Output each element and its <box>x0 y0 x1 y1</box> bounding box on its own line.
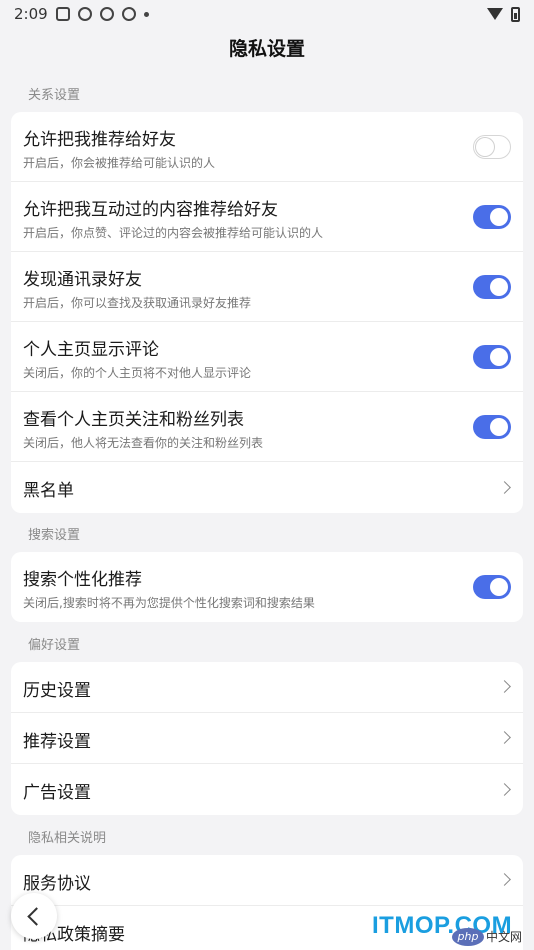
chevron-right-icon <box>498 782 511 796</box>
status-bar: 2:09 <box>0 0 534 28</box>
setting-title: 广告设置 <box>23 783 91 803</box>
setting-title: 历史设置 <box>23 681 91 701</box>
app-notification-icon-2 <box>99 7 114 21</box>
toggle-knob <box>490 418 508 436</box>
setting-title: 允许把我推荐给好友 <box>23 130 176 150</box>
back-arrow-icon <box>27 907 46 926</box>
toggle-knob <box>476 138 494 156</box>
recommend-settings-item[interactable]: 推荐设置 <box>11 713 523 764</box>
status-left: 2:09 <box>14 5 149 23</box>
setting-search-personalized: 搜索个性化推荐 关闭后,搜索时将不再为您提供个性化搜索词和搜索结果 <box>11 552 523 622</box>
chevron-right-icon <box>498 873 511 886</box>
battery-icon <box>511 6 520 22</box>
setting-subtitle: 关闭后，你的个人主页将不对他人显示评论 <box>23 366 252 380</box>
setting-subtitle: 开启后，你可以查找及获取通讯录好友推荐 <box>23 296 252 310</box>
chevron-right-icon <box>498 680 511 693</box>
card-relations: 允许把我推荐给好友 开启后，你会被推荐给可能认识的人 允许把我互动过的内容推荐给… <box>11 112 523 513</box>
toggle-knob <box>490 578 508 596</box>
setting-title: 推荐设置 <box>23 732 91 752</box>
page-title: 隐私设置 <box>228 38 305 60</box>
back-button[interactable] <box>11 893 57 939</box>
setting-title: 个人主页显示评论 <box>23 340 159 360</box>
status-right <box>487 6 520 22</box>
setting-title: 允许把我互动过的内容推荐给好友 <box>23 200 278 220</box>
chevron-right-icon <box>498 480 511 494</box>
section-label-relations: 关系设置 <box>28 88 81 103</box>
blacklist-item[interactable]: 黑名单 <box>11 462 523 513</box>
recommend-me-toggle[interactable] <box>473 135 511 159</box>
card-search: 搜索个性化推荐 关闭后,搜索时将不再为您提供个性化搜索词和搜索结果 <box>11 552 523 622</box>
toggle-knob <box>490 348 508 366</box>
setting-title: 发现通讯录好友 <box>23 270 142 290</box>
setting-title: 黑名单 <box>23 481 74 501</box>
section-label-privacy-info: 隐私相关说明 <box>28 831 107 846</box>
setting-title: 搜索个性化推荐 <box>23 570 142 590</box>
setting-show-comments: 个人主页显示评论 关闭后，你的个人主页将不对他人显示评论 <box>11 322 523 392</box>
wifi-icon <box>487 8 503 20</box>
setting-subtitle: 开启后，你会被推荐给可能认识的人 <box>23 156 216 170</box>
contacts-toggle[interactable] <box>473 275 511 299</box>
setting-contacts: 发现通讯录好友 开启后，你可以查找及获取通讯录好友推荐 <box>11 252 523 322</box>
search-personalized-toggle[interactable] <box>473 575 511 599</box>
chevron-right-icon <box>498 731 511 744</box>
follow-list-toggle[interactable] <box>473 415 511 439</box>
setting-subtitle: 关闭后,搜索时将不再为您提供个性化搜索词和搜索结果 <box>23 596 315 610</box>
card-preferences: 历史设置 推荐设置 广告设置 <box>11 662 523 815</box>
service-agreement-item[interactable]: 服务协议 <box>11 855 523 906</box>
ad-settings-item[interactable]: 广告设置 <box>11 764 523 815</box>
app-notification-icon-3 <box>121 7 136 21</box>
section-label-preferences: 偏好设置 <box>28 638 81 653</box>
history-settings-item[interactable]: 历史设置 <box>11 662 523 713</box>
status-time: 2:09 <box>14 5 48 23</box>
setting-recommend-interacted: 允许把我互动过的内容推荐给好友 开启后，你点赞、评论过的内容会被推荐给可能认识的… <box>11 182 523 252</box>
watermark-badge: php <box>452 928 484 946</box>
recommend-interacted-toggle[interactable] <box>473 205 511 229</box>
weibo-notification-icon <box>77 7 92 21</box>
more-notifications-icon <box>143 11 149 17</box>
section-label-search: 搜索设置 <box>28 528 81 543</box>
setting-follow-list: 查看个人主页关注和粉丝列表 关闭后，他人将无法查看你的关注和粉丝列表 <box>11 392 523 462</box>
watermark-suffix: 中文网 <box>486 930 523 944</box>
setting-recommend-me: 允许把我推荐给好友 开启后，你会被推荐给可能认识的人 <box>11 112 523 182</box>
setting-subtitle: 关闭后，他人将无法查看你的关注和粉丝列表 <box>23 436 264 450</box>
setting-title: 服务协议 <box>23 874 91 894</box>
app-notification-icon <box>55 7 70 21</box>
toggle-knob <box>490 278 508 296</box>
show-comments-toggle[interactable] <box>473 345 511 369</box>
setting-subtitle: 开启后，你点赞、评论过的内容会被推荐给可能认识的人 <box>23 226 324 240</box>
toggle-knob <box>490 208 508 226</box>
setting-title: 查看个人主页关注和粉丝列表 <box>23 410 244 430</box>
